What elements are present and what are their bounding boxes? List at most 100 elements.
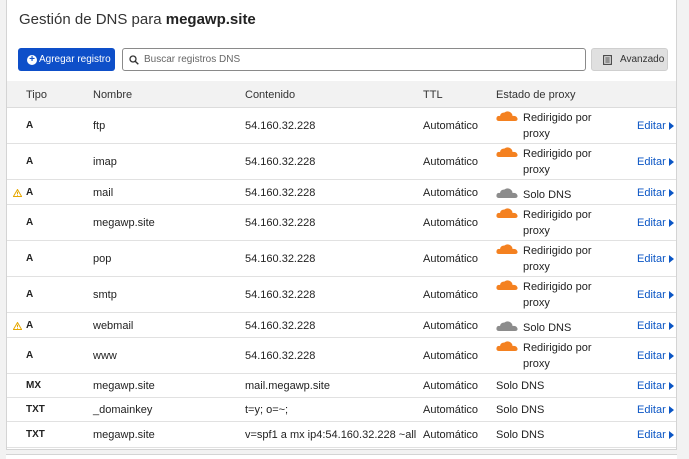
plus-icon: +	[27, 54, 37, 65]
record-name: megawp.site	[93, 429, 155, 441]
search-box[interactable]	[122, 48, 586, 71]
proxy-status: Redirigido por proxy	[496, 146, 603, 178]
search-icon	[129, 54, 139, 65]
proxied-cloud-icon[interactable]	[496, 207, 518, 219]
edit-record-link[interactable]: Editar	[637, 350, 674, 362]
edit-record-link[interactable]: Editar	[637, 120, 674, 132]
page-title-prefix: Gestión de DNS para	[19, 11, 162, 28]
record-type: A	[26, 253, 34, 264]
proxy-status-text: Redirigido por proxy	[523, 281, 592, 309]
expand-arrow-icon	[668, 322, 674, 330]
expand-arrow-icon	[668, 352, 674, 360]
document-icon	[603, 54, 612, 65]
table-row: MX megawp.site mail.megawp.site Automáti…	[7, 374, 676, 398]
proxy-status-text: Solo DNS	[523, 189, 572, 201]
proxied-cloud-icon[interactable]	[496, 243, 518, 255]
record-content: 54.160.32.228	[245, 217, 316, 229]
record-content: v=spf1 a mx ip4:54.160.32.228 ~all	[245, 429, 417, 441]
warning-icon	[12, 321, 23, 330]
record-ttl: Automático	[423, 320, 479, 332]
edit-label: Editar	[637, 429, 666, 441]
proxy-status: Solo DNS	[496, 320, 603, 336]
record-content: 54.160.32.228	[245, 156, 316, 168]
record-name: www	[93, 350, 117, 362]
record-type: A	[26, 156, 34, 167]
edit-label: Editar	[637, 120, 666, 132]
edit-record-link[interactable]: Editar	[637, 404, 674, 416]
edit-record-link[interactable]: Editar	[637, 156, 674, 168]
proxy-status-text: Solo DNS	[523, 322, 572, 334]
column-header-type: Tipo	[26, 89, 47, 101]
search-input[interactable]	[144, 54, 574, 65]
proxy-status-text: Redirigido por proxy	[523, 342, 592, 370]
table-row: A ftp 54.160.32.228 Automático Redirigid…	[7, 108, 676, 144]
dns-only-cloud-icon[interactable]	[496, 320, 518, 332]
record-name: pop	[93, 253, 112, 265]
record-content: 54.160.32.228	[245, 253, 316, 265]
table-row: A mail 54.160.32.228 Automático Solo DNS…	[7, 180, 676, 205]
edit-record-link[interactable]: Editar	[637, 289, 674, 301]
expand-arrow-icon	[668, 219, 674, 227]
record-ttl: Automático	[423, 350, 479, 362]
table-row: A pop 54.160.32.228 Automático Redirigid…	[7, 241, 676, 277]
edit-record-link[interactable]: Editar	[637, 253, 674, 265]
proxied-cloud-icon[interactable]	[496, 340, 518, 352]
proxy-status: Redirigido por proxy	[496, 243, 603, 275]
expand-arrow-icon	[668, 189, 674, 197]
record-content: t=y; o=~;	[245, 404, 289, 416]
record-type: MX	[26, 380, 41, 391]
record-type: A	[26, 217, 34, 228]
record-type: A	[26, 350, 34, 361]
edit-record-link[interactable]: Editar	[637, 380, 674, 392]
table-row: A megawp.site 54.160.32.228 Automático R…	[7, 205, 676, 241]
record-ttl: Automático	[423, 187, 479, 199]
record-type: A	[26, 289, 34, 300]
advanced-button[interactable]: Avanzado	[591, 48, 668, 71]
proxied-cloud-icon[interactable]	[496, 146, 518, 158]
edit-record-link[interactable]: Editar	[637, 217, 674, 229]
table-row: TXT megawp.site v=spf1 a mx ip4:54.160.3…	[7, 422, 676, 448]
expand-arrow-icon	[668, 255, 674, 263]
expand-arrow-icon	[668, 122, 674, 130]
next-section-edge	[6, 454, 677, 459]
edit-record-link[interactable]: Editar	[637, 320, 674, 332]
record-name: webmail	[93, 320, 134, 332]
record-content: 54.160.32.228	[245, 320, 316, 332]
proxied-cloud-icon[interactable]	[496, 279, 518, 291]
add-record-button[interactable]: + Agregar registro	[18, 48, 115, 71]
record-content: 54.160.32.228	[245, 289, 316, 301]
record-content: 54.160.32.228	[245, 120, 316, 132]
expand-arrow-icon	[668, 431, 674, 439]
edit-label: Editar	[637, 404, 666, 416]
proxy-status-text: Redirigido por proxy	[523, 148, 592, 176]
record-ttl: Automático	[423, 253, 479, 265]
edit-label: Editar	[637, 217, 666, 229]
expand-arrow-icon	[668, 158, 674, 166]
proxy-status-text: Redirigido por proxy	[523, 209, 592, 237]
table-row: A webmail 54.160.32.228 Automático Solo …	[7, 313, 676, 338]
edit-label: Editar	[637, 187, 666, 199]
record-name: mail	[93, 187, 114, 199]
edit-label: Editar	[637, 350, 666, 362]
edit-label: Editar	[637, 156, 666, 168]
record-ttl: Automático	[423, 217, 479, 229]
proxied-cloud-icon[interactable]	[496, 110, 518, 122]
column-header-proxy-status: Estado de proxy	[496, 89, 576, 101]
column-header-ttl: TTL	[423, 89, 443, 101]
expand-arrow-icon	[668, 291, 674, 299]
record-name: megawp.site	[93, 217, 155, 229]
table-row: TXT _domainkey t=y; o=~; Automático Solo…	[7, 398, 676, 422]
proxy-status-text: Solo DNS	[496, 404, 545, 416]
warning-icon	[12, 188, 23, 197]
proxy-status-text: Redirigido por proxy	[523, 245, 592, 273]
expand-arrow-icon	[668, 406, 674, 414]
expand-arrow-icon	[668, 382, 674, 390]
record-name: _domainkey	[93, 404, 153, 416]
record-type: TXT	[26, 429, 45, 440]
edit-record-link[interactable]: Editar	[637, 187, 674, 199]
record-type: A	[26, 120, 34, 131]
edit-record-link[interactable]: Editar	[637, 429, 674, 441]
table-row: A smtp 54.160.32.228 Automático Redirigi…	[7, 277, 676, 313]
dns-only-cloud-icon[interactable]	[496, 187, 518, 199]
proxy-status: Solo DNS	[496, 187, 603, 203]
